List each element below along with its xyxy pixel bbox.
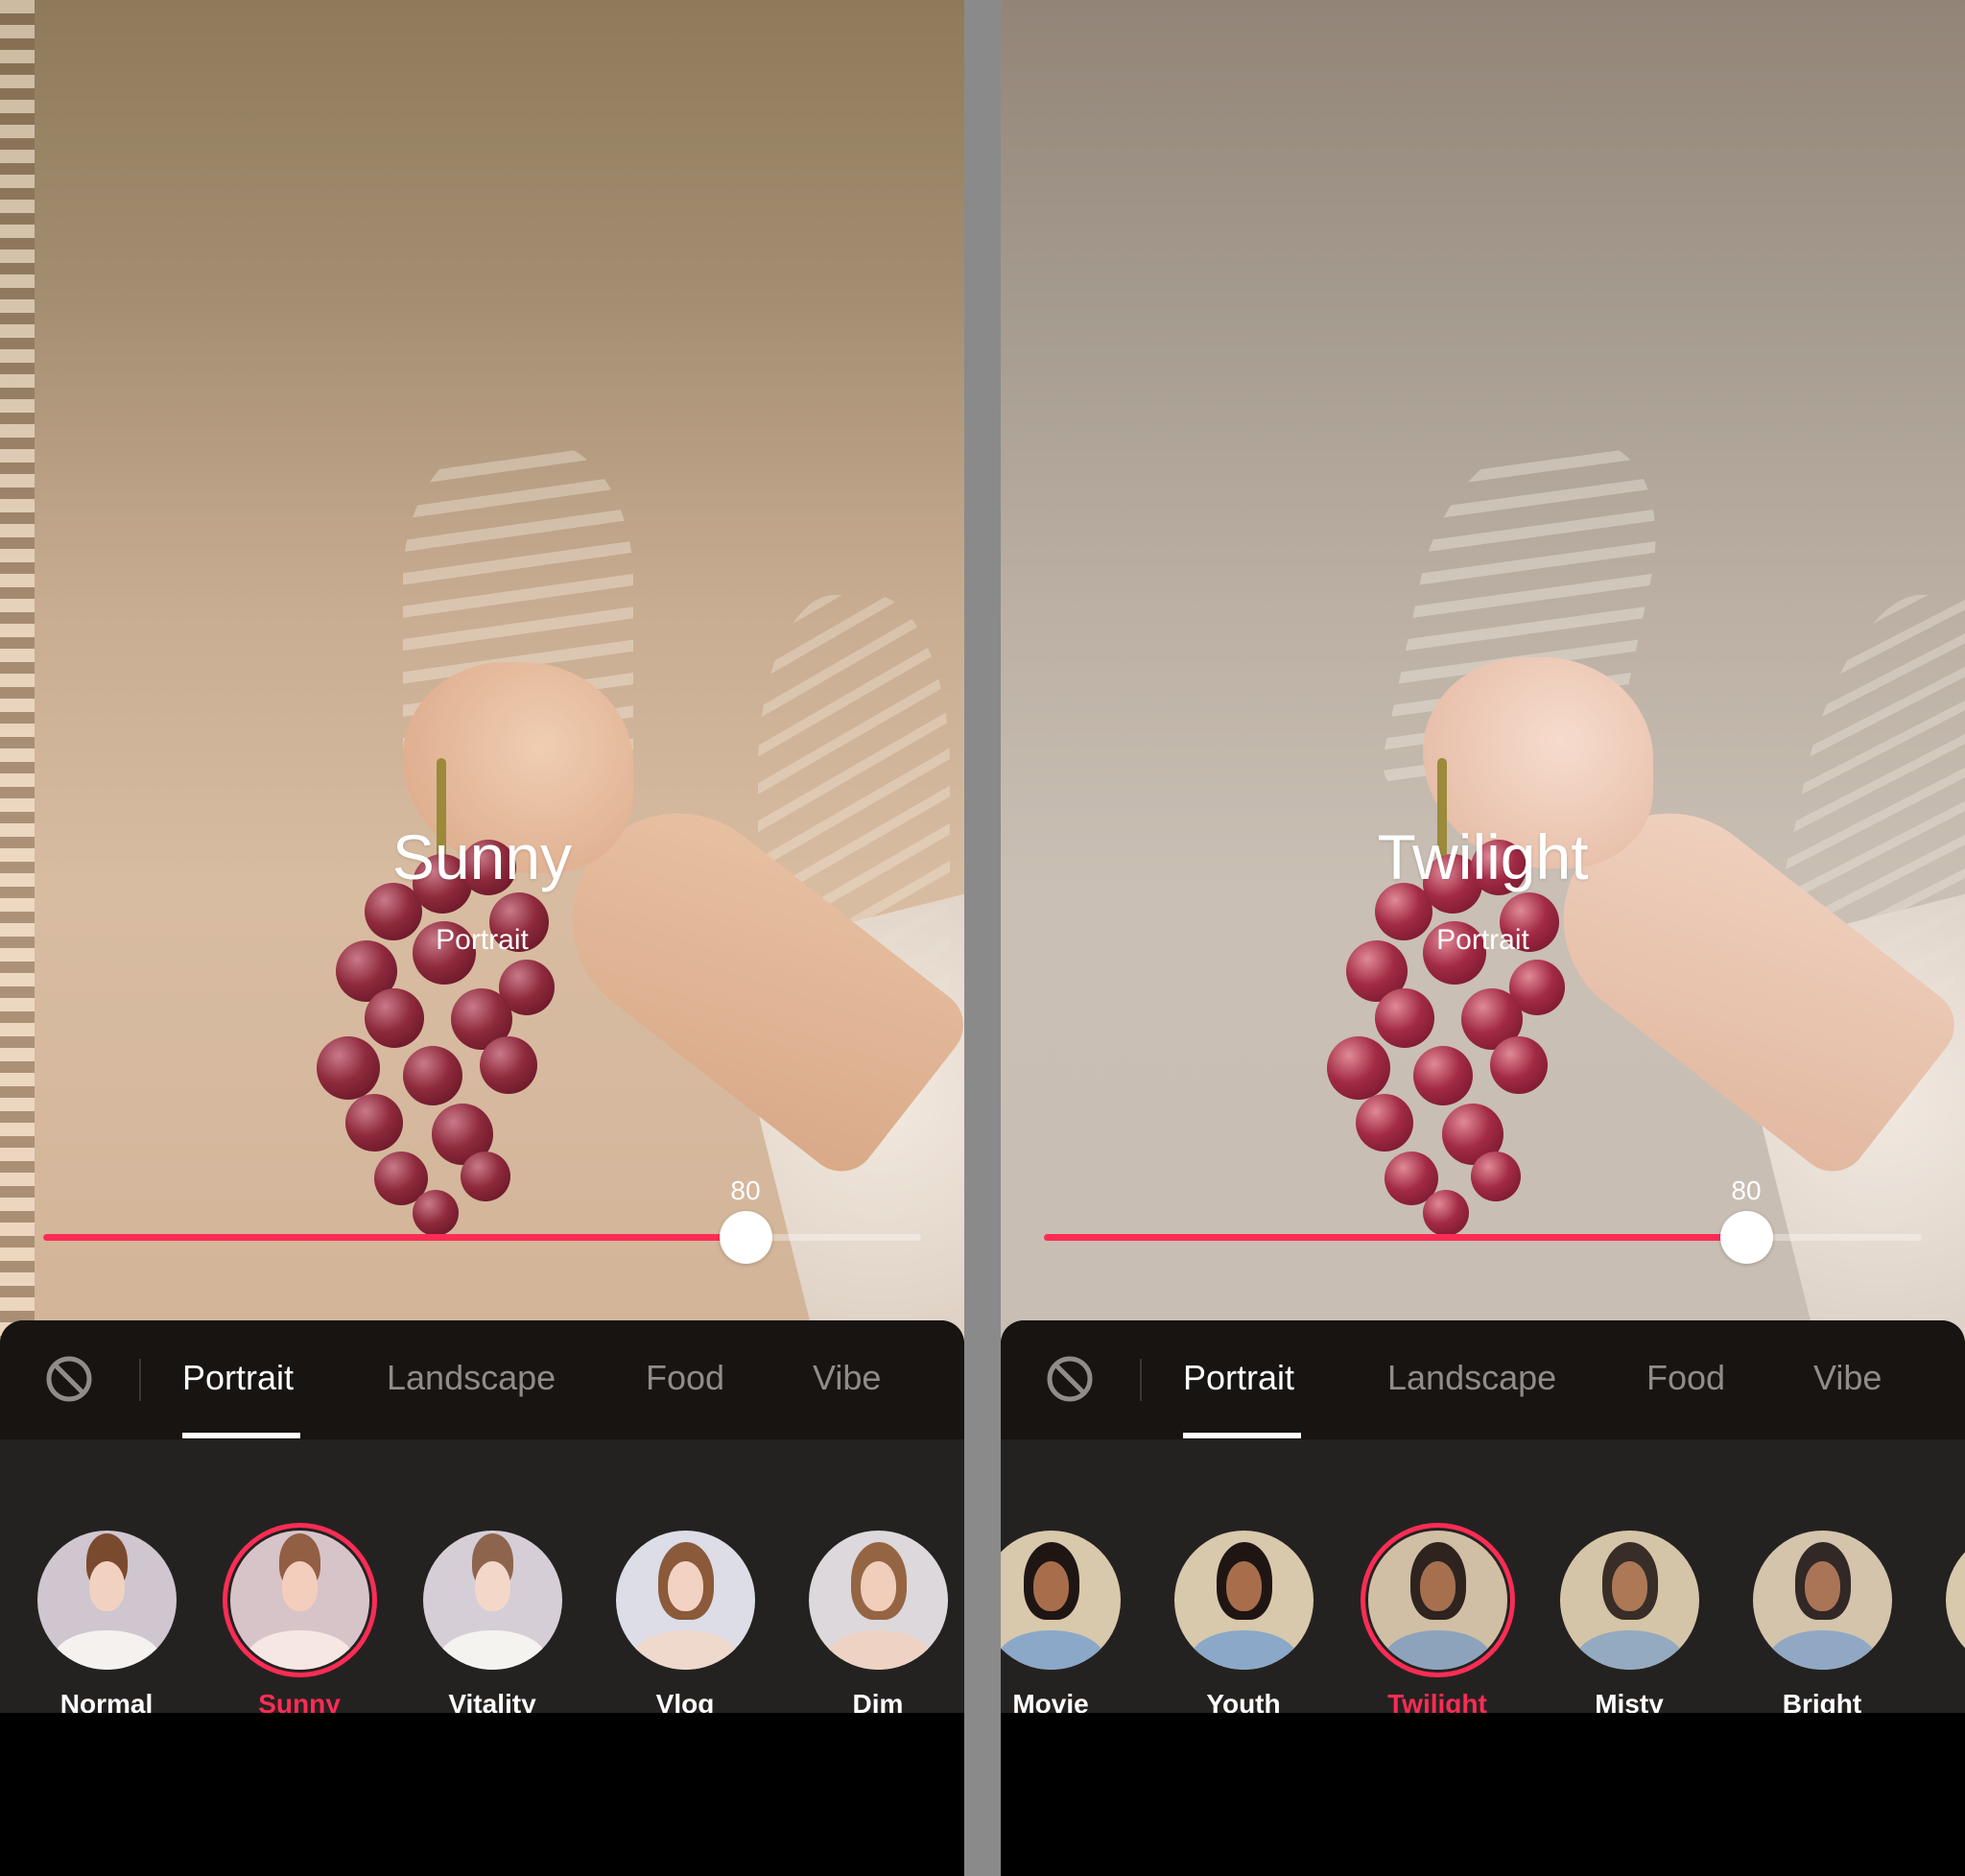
tab-landscape[interactable]: Landscape bbox=[1387, 1357, 1556, 1399]
category-tab-bar: Portrait Landscape Food Vibe bbox=[0, 1320, 964, 1439]
tab-food[interactable]: Food bbox=[646, 1357, 724, 1399]
grape bbox=[345, 1094, 403, 1152]
active-tab-indicator bbox=[1183, 1433, 1301, 1438]
prohibit-icon bbox=[46, 1356, 92, 1402]
filter-tint bbox=[1753, 1531, 1892, 1670]
grape bbox=[1327, 1036, 1390, 1100]
grape bbox=[1375, 988, 1434, 1048]
prohibit-icon bbox=[1047, 1356, 1093, 1402]
filter-label[interactable]: Twilight bbox=[1341, 1690, 1533, 1714]
bottom-bar bbox=[1001, 1713, 1965, 1876]
filter-panel-right: Twilight Portrait 80 Portrait Landscape … bbox=[1001, 0, 1965, 1876]
filter-category-overlay: Portrait bbox=[436, 924, 529, 956]
window-blinds bbox=[0, 0, 35, 1363]
slider-thumb[interactable] bbox=[720, 1211, 772, 1264]
filter-label[interactable]: Normal bbox=[11, 1690, 202, 1714]
filter-label[interactable]: Dim bbox=[782, 1690, 964, 1714]
slider-value: 80 bbox=[1731, 1175, 1762, 1205]
grape bbox=[480, 1036, 537, 1094]
slider-fill bbox=[43, 1234, 746, 1241]
grape bbox=[365, 988, 424, 1048]
grape bbox=[1356, 1094, 1413, 1152]
no-filter-button[interactable] bbox=[1046, 1355, 1094, 1403]
filter-tint bbox=[809, 1531, 948, 1670]
face bbox=[1225, 1560, 1263, 1612]
filter-name-overlay: Sunny bbox=[391, 821, 573, 892]
filter-category-overlay: Portrait bbox=[1436, 924, 1529, 956]
thumbnail-background bbox=[1946, 1531, 1965, 1670]
filter-label[interactable]: Sunny bbox=[203, 1690, 395, 1714]
filter-label[interactable]: Vitality bbox=[396, 1690, 588, 1714]
filter-sheet: Portrait Landscape Food Vibe Movie Youth T… bbox=[1001, 1320, 1965, 1713]
grape-cluster bbox=[1317, 840, 1605, 1247]
filter-tint bbox=[1368, 1531, 1507, 1670]
intensity-slider[interactable]: 80 bbox=[43, 1176, 921, 1267]
filter-tint bbox=[423, 1531, 562, 1670]
filter-thumbnail-misty[interactable] bbox=[1560, 1531, 1699, 1670]
tab-separator bbox=[139, 1359, 141, 1401]
face bbox=[88, 1560, 126, 1612]
filter-thumbnail-vlog[interactable] bbox=[616, 1531, 755, 1670]
category-tab-bar: Portrait Landscape Food Vibe bbox=[1001, 1320, 1965, 1439]
no-filter-button[interactable] bbox=[45, 1355, 93, 1403]
slider-value: 80 bbox=[730, 1175, 761, 1205]
camera-preview-photo bbox=[0, 0, 964, 1363]
face bbox=[667, 1560, 704, 1612]
face bbox=[1032, 1560, 1070, 1612]
panel-divider bbox=[964, 0, 1001, 1876]
filter-thumbnail-twilight[interactable] bbox=[1368, 1531, 1507, 1670]
filter-thumbnail-bright[interactable] bbox=[1753, 1531, 1892, 1670]
filter-thumbnail-normal[interactable] bbox=[37, 1531, 177, 1670]
filter-thumbnail-partial[interactable] bbox=[1946, 1531, 1965, 1670]
grape bbox=[1413, 1046, 1473, 1105]
filter-tint bbox=[1560, 1531, 1699, 1670]
filter-thumbnail-sunny[interactable] bbox=[230, 1531, 369, 1670]
filter-label[interactable]: Movie bbox=[1001, 1690, 1147, 1714]
filter-sheet: Portrait Landscape Food Vibe Normal Sunny… bbox=[0, 1320, 964, 1713]
tab-portrait[interactable]: Portrait bbox=[182, 1357, 294, 1399]
filter-thumbnail-vitality[interactable] bbox=[423, 1531, 562, 1670]
tab-portrait[interactable]: Portrait bbox=[1183, 1357, 1294, 1399]
filter-panel-left: Sunny Portrait 80 Portrait Landscape Foo… bbox=[0, 0, 964, 1876]
slider-thumb[interactable] bbox=[1720, 1211, 1773, 1264]
active-tab-indicator bbox=[182, 1433, 300, 1438]
tab-landscape[interactable]: Landscape bbox=[387, 1357, 556, 1399]
filter-thumbnail-youth[interactable] bbox=[1174, 1531, 1314, 1670]
filter-label[interactable]: Vlog bbox=[589, 1690, 781, 1714]
grape bbox=[1490, 1036, 1548, 1094]
filter-thumbnail-movie[interactable] bbox=[1001, 1531, 1121, 1670]
filter-thumbnail-dim[interactable] bbox=[809, 1531, 948, 1670]
tab-vibe[interactable]: Vibe bbox=[1813, 1357, 1882, 1399]
grape bbox=[403, 1046, 462, 1105]
intensity-slider[interactable]: 80 bbox=[1044, 1176, 1922, 1267]
tab-vibe[interactable]: Vibe bbox=[813, 1357, 881, 1399]
grape bbox=[317, 1036, 380, 1100]
filter-label[interactable]: Youth bbox=[1148, 1690, 1339, 1714]
tab-food[interactable]: Food bbox=[1646, 1357, 1725, 1399]
filter-name-overlay: Twilight bbox=[1377, 821, 1589, 892]
grape bbox=[461, 1152, 510, 1201]
bottom-bar bbox=[0, 1713, 964, 1876]
slider-fill bbox=[1044, 1234, 1746, 1241]
filter-label[interactable]: Misty bbox=[1533, 1690, 1725, 1714]
grape-cluster bbox=[307, 840, 595, 1247]
tab-separator bbox=[1140, 1359, 1142, 1401]
grape bbox=[1471, 1152, 1521, 1201]
filter-label[interactable]: Bright bbox=[1726, 1690, 1918, 1714]
camera-preview-photo bbox=[1001, 0, 1965, 1363]
filter-tint bbox=[230, 1531, 369, 1670]
